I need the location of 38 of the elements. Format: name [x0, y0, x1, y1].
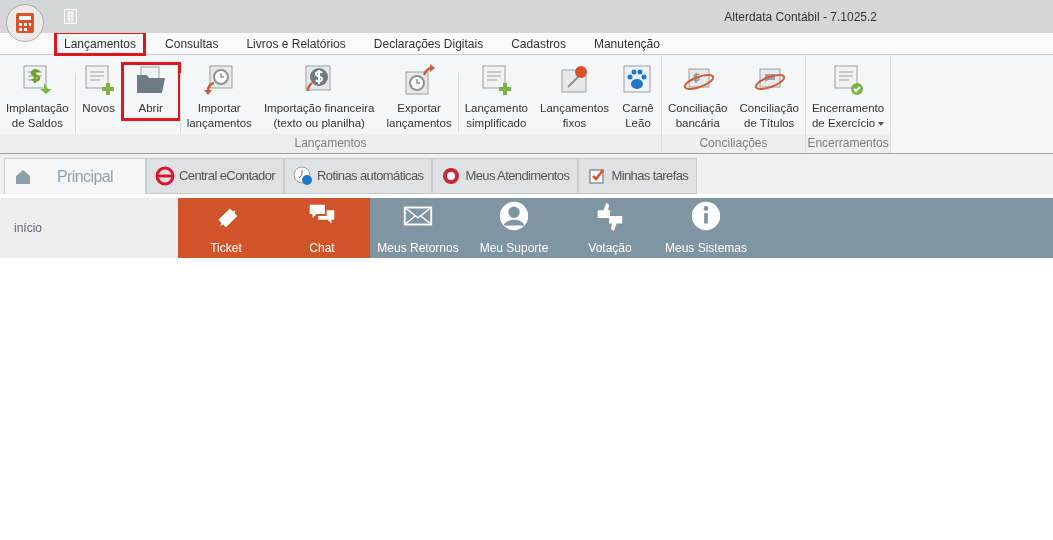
document-tab[interactable]: Rotinas automáticas — [284, 158, 433, 194]
menu-tab[interactable]: Consultas — [157, 32, 227, 55]
menu-tab[interactable]: Declarações Digitais — [365, 32, 492, 55]
group-label: Encerramentos — [805, 134, 891, 153]
ribbon-button[interactable]: Conciliação bancária — [662, 63, 734, 131]
ribbon-button[interactable]: Encerramento de Exercício — [805, 63, 891, 131]
support-ring-icon — [441, 166, 462, 186]
menu-tab[interactable]: Manutenção — [585, 32, 668, 55]
ribbon-button[interactable]: Implantação de Saldos — [0, 63, 75, 131]
group-label: Lançamentos — [0, 134, 662, 153]
clock-icon — [293, 166, 314, 186]
clock-export-icon — [402, 63, 437, 97]
menu-tab[interactable]: Livros e Relatórios — [238, 32, 354, 55]
document-tab[interactable]: Minhas tarefas — [578, 158, 698, 194]
ribbon-button[interactable]: Carnê Leão — [615, 63, 662, 131]
app-menu-button[interactable] — [6, 4, 44, 42]
ribbon-button[interactable]: Lançamento simplificado — [458, 63, 534, 131]
ribbon-button[interactable]: Novos — [75, 63, 122, 116]
ribbon-button[interactable]: Importação financeira (texto ou planilha) — [257, 63, 381, 131]
ribbon-button[interactable]: Lançamentos fixos — [534, 63, 616, 131]
document-tab[interactable]: Meus Atendimentos — [432, 158, 579, 194]
calculator-icon — [16, 13, 34, 33]
menu-tab[interactable]: Lançamentos — [55, 32, 146, 55]
breadcrumb: início — [14, 220, 42, 237]
document-plus-icon — [479, 63, 514, 97]
document-tab[interactable]: Central eContador — [146, 158, 285, 194]
ribbon-button[interactable]: Abrir — [121, 63, 180, 120]
group-label: Conciliações — [662, 134, 805, 153]
ribbon-button[interactable]: Importar lançamentos — [180, 63, 258, 131]
window-title: Alterdata Contábil - 7.1025.2 — [724, 8, 877, 26]
ribbon-button[interactable]: Exportar lançamentos — [380, 63, 458, 131]
ribbon-button[interactable]: Conciliação de Títulos — [733, 63, 805, 131]
person-icon — [497, 199, 531, 233]
shortcut-tile[interactable]: Ticket — [178, 198, 274, 258]
info-icon — [689, 199, 723, 233]
menu-tab[interactable]: Cadastros — [503, 32, 574, 55]
shortcut-tile[interactable]: Chat — [274, 198, 370, 258]
document-check-icon — [831, 63, 866, 97]
